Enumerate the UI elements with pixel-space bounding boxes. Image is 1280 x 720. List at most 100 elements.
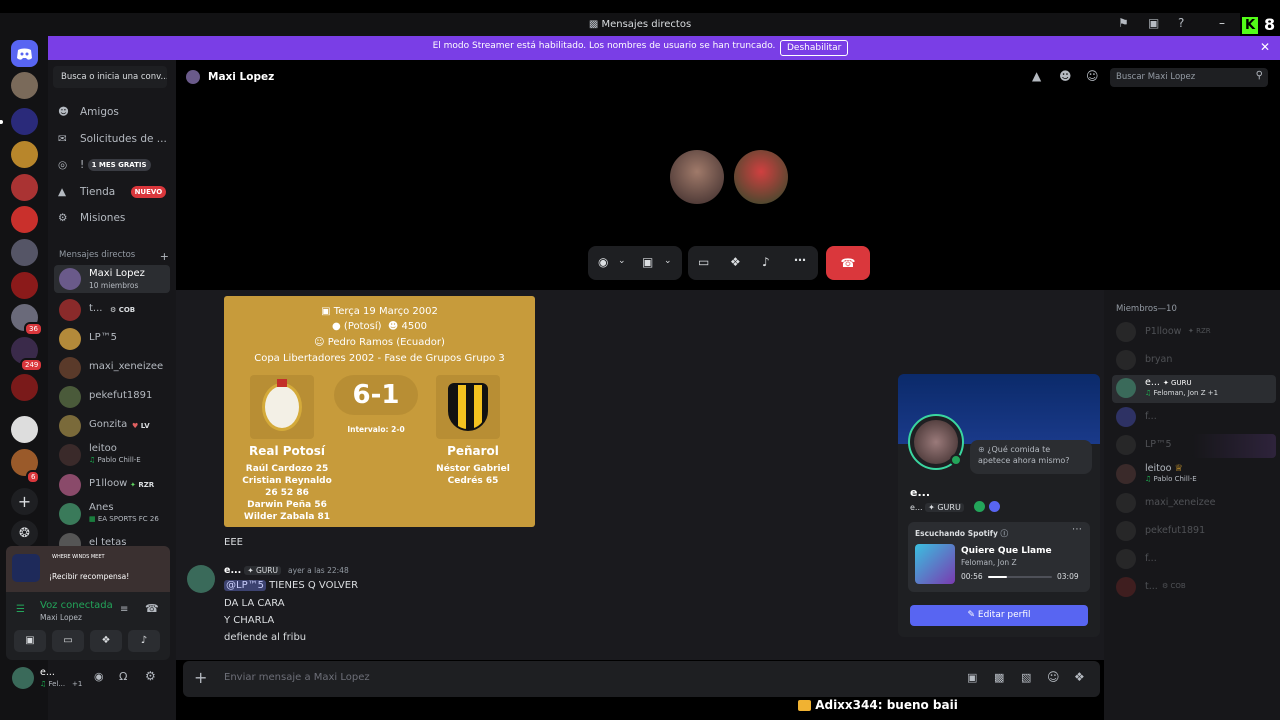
promo-banner[interactable]: WHERE WINDS MEET ¡Recibir recompensa! bbox=[6, 546, 170, 592]
camera-off-icon[interactable]: ▣ bbox=[642, 255, 653, 269]
nav-message-requests[interactable]: ✉ Solicitudes de ... bbox=[58, 129, 167, 149]
avatar bbox=[59, 386, 81, 408]
member-item-selected[interactable]: e... ✦ GURU ♫ Feloman, Jon Z +1 bbox=[1112, 375, 1276, 403]
song-title[interactable]: Quiere Que Llame bbox=[961, 546, 1052, 556]
disconnect-icon[interactable]: ☎ bbox=[145, 602, 159, 615]
upload-plus-icon[interactable]: + bbox=[194, 668, 207, 687]
dm-item[interactable]: LP™5 bbox=[54, 325, 170, 353]
away-team-name: Peñarol bbox=[447, 444, 499, 458]
member-item[interactable]: pekefut1891 bbox=[1112, 518, 1276, 544]
chat-search-input[interactable]: Buscar Maxi Lopez ⚲ bbox=[1110, 68, 1268, 87]
member-list-icon[interactable]: ☺ bbox=[1086, 69, 1099, 83]
member-item[interactable]: f... bbox=[1112, 404, 1276, 430]
match-date: ▣ Terça 19 Março 2002 bbox=[321, 306, 438, 317]
dm-search-input[interactable]: Busca o inicia una conv... bbox=[53, 66, 167, 88]
screenshare-button[interactable]: ▭ bbox=[52, 630, 84, 652]
discover-icon[interactable]: ❂ bbox=[11, 520, 38, 547]
hang-up-button[interactable]: ☎ bbox=[826, 246, 870, 280]
headphones-icon[interactable]: Ω bbox=[119, 670, 127, 683]
avatar bbox=[59, 533, 81, 546]
badge-icon[interactable] bbox=[989, 501, 1000, 512]
gif-icon[interactable]: ▩ bbox=[994, 671, 1004, 684]
edit-profile-button[interactable]: ✎ Editar perfil bbox=[910, 605, 1088, 626]
member-item[interactable]: LP™5 bbox=[1112, 432, 1276, 458]
server-icon[interactable] bbox=[11, 416, 38, 443]
message-author[interactable]: e... bbox=[224, 565, 241, 576]
member-item[interactable]: f... bbox=[1112, 546, 1276, 572]
add-friends-icon[interactable]: ☻ bbox=[1059, 69, 1072, 83]
soundboard-button[interactable]: ♪ bbox=[128, 630, 160, 652]
song-artist[interactable]: Feloman, Jon Z bbox=[961, 558, 1017, 567]
member-item[interactable]: maxi_xeneizee bbox=[1112, 490, 1276, 516]
discord-home-icon[interactable] bbox=[11, 40, 38, 67]
new-dm-icon[interactable]: + bbox=[160, 250, 169, 263]
voice-signal-icon: ☰ bbox=[16, 604, 25, 615]
window-title: ▩ Mensajes directos bbox=[588, 19, 692, 30]
dm-item[interactable]: P1lloow ✦ RZR bbox=[54, 471, 170, 499]
server-icon[interactable] bbox=[11, 72, 38, 99]
message-composer[interactable]: + Enviar mensaje a Maxi Lopez ▣ ▩ ▧ ☺ ❖ bbox=[183, 661, 1100, 697]
chevron-down-icon[interactable]: ⌄ bbox=[664, 256, 672, 266]
pin-icon[interactable]: ▲ bbox=[1032, 69, 1041, 83]
server-icon[interactable] bbox=[11, 272, 38, 299]
user-avatar[interactable] bbox=[12, 667, 34, 689]
dm-item-maxi-lopez[interactable]: Maxi Lopez 10 miembros bbox=[54, 265, 170, 293]
dm-item[interactable]: pekefut1891 bbox=[54, 383, 170, 411]
call-participant-avatar[interactable] bbox=[670, 150, 724, 204]
message-author-avatar[interactable] bbox=[187, 565, 215, 593]
microphone-icon[interactable]: ◉ bbox=[598, 255, 608, 269]
dm-item[interactable]: t... ⚙ COB bbox=[54, 296, 170, 324]
member-item[interactable]: t... ⚙ COB bbox=[1112, 574, 1276, 600]
chevron-down-icon[interactable]: ⌄ bbox=[618, 256, 626, 266]
settings-gear-icon[interactable]: ⚙ bbox=[145, 669, 156, 683]
album-art[interactable] bbox=[915, 544, 955, 584]
close-banner-icon[interactable]: ✕ bbox=[1260, 40, 1270, 54]
soundboard-icon[interactable]: ♪ bbox=[762, 255, 770, 269]
server-icon[interactable] bbox=[11, 206, 38, 233]
camera-button[interactable]: ▣ bbox=[14, 630, 46, 652]
sticker-icon[interactable]: ▧ bbox=[1021, 671, 1031, 684]
gift-icon[interactable]: ▣ bbox=[967, 671, 977, 684]
server-icon[interactable] bbox=[11, 108, 38, 135]
add-server-icon[interactable]: + bbox=[11, 488, 38, 515]
disable-streamer-button[interactable]: Deshabilitar bbox=[780, 40, 849, 56]
custom-status-bubble[interactable]: ⊕ ¿Qué comida te apetece ahora mismo? bbox=[970, 440, 1092, 474]
spotify-activity-card: Escuchando Spotify ⓘ ⋯ Quiere Que Llame … bbox=[908, 522, 1090, 592]
emoji-icon[interactable]: ☺ bbox=[1047, 670, 1060, 684]
member-item[interactable]: P1lloow ✦ RZR bbox=[1112, 319, 1276, 345]
badge-icon[interactable] bbox=[974, 501, 985, 512]
call-participant-avatar[interactable] bbox=[734, 150, 788, 204]
user-mention[interactable]: @LP™5 bbox=[224, 580, 266, 591]
noise-suppression-icon[interactable]: ≡ bbox=[120, 604, 128, 615]
inbox-flag-icon[interactable]: ⚑ bbox=[1118, 16, 1129, 30]
nav-friends[interactable]: ☻ Amigos bbox=[58, 102, 119, 122]
dm-item[interactable]: Gonzita ♥ LV bbox=[54, 412, 170, 440]
nav-shop[interactable]: ▲ Tienda NUEVO bbox=[58, 182, 167, 202]
mic-icon[interactable]: ◉ bbox=[94, 670, 104, 683]
dm-item[interactable]: Anes ▦ EA SPORTS FC 26 bbox=[54, 500, 170, 528]
dm-item[interactable]: maxi_xeneizee bbox=[54, 354, 170, 382]
avatar bbox=[59, 444, 81, 466]
claim-reward-link[interactable]: ¡Recibir recompensa! bbox=[49, 572, 129, 581]
nav-quests[interactable]: ⚙ Misiones bbox=[58, 208, 125, 228]
server-icon[interactable] bbox=[11, 174, 38, 201]
server-icon[interactable] bbox=[11, 239, 38, 266]
nav-nitro[interactable]: ◎! 1 MES GRATIS bbox=[58, 155, 151, 175]
server-icon[interactable] bbox=[11, 374, 38, 401]
more-options-icon[interactable]: ⋯ bbox=[794, 253, 806, 267]
help-icon[interactable]: ? bbox=[1178, 16, 1184, 30]
apps-icon[interactable]: ❖ bbox=[1074, 670, 1085, 684]
server-icon[interactable] bbox=[11, 141, 38, 168]
inbox-icon[interactable]: ▣ bbox=[1148, 16, 1159, 30]
activities-button[interactable]: ❖ bbox=[90, 630, 122, 652]
away-scorers: Néstor Gabriel Cedrés 65 bbox=[436, 464, 510, 486]
member-item[interactable]: leitoo ♕ ♫ Pablo Chill-E bbox=[1112, 461, 1276, 487]
dm-item[interactable]: leitoo ♫ Pablo Chill-E bbox=[54, 441, 170, 469]
member-header: Miembros—10 bbox=[1116, 304, 1177, 314]
dm-item[interactable]: el tetas bbox=[54, 530, 170, 546]
minimize-icon[interactable]: – bbox=[1219, 16, 1225, 30]
member-item[interactable]: bryan bbox=[1112, 347, 1276, 373]
screenshare-icon[interactable]: ▭ bbox=[698, 255, 709, 269]
activity-more-icon[interactable]: ⋯ bbox=[1072, 524, 1082, 535]
activities-icon[interactable]: ❖ bbox=[730, 255, 741, 269]
